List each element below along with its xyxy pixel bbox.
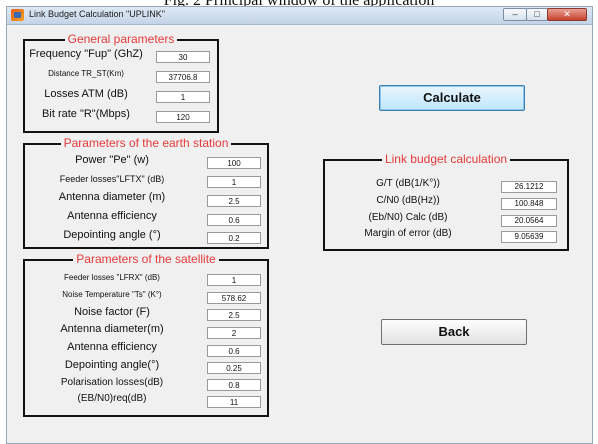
polarisation-losses-field[interactable] — [207, 379, 261, 391]
distance-field[interactable] — [156, 71, 210, 83]
close-button[interactable]: ✕ — [547, 8, 587, 21]
power-label: Power "Pe" (w) — [75, 154, 149, 166]
frequency-label: Frequency "Fup" (GhZ) — [29, 48, 143, 60]
earth-station-title: Parameters of the earth station — [60, 136, 232, 150]
back-button[interactable]: Back — [381, 319, 527, 345]
eb-n0-calc-value: 20.0564 — [501, 215, 557, 227]
sat-antenna-efficiency-label: Antenna efficiency — [67, 341, 157, 353]
noise-temperature-field[interactable] — [207, 292, 261, 304]
eb-n0-required-label: (EB/N0)req(dB) — [77, 393, 147, 404]
feeder-losses-rx-label: Feeder losses "LFRX" (dB) — [64, 273, 160, 282]
calculate-button[interactable]: Calculate — [379, 85, 525, 111]
link-budget-panel: Link budget calculation G/T (dB(1/K°)) 2… — [323, 152, 569, 251]
feeder-losses-tx-field[interactable] — [207, 176, 261, 188]
bit-rate-field[interactable] — [156, 111, 210, 123]
power-field[interactable] — [207, 157, 261, 169]
general-parameters-panel: General parameters Frequency "Fup" (GhZ)… — [23, 32, 219, 133]
margin-of-error-value: 9.05639 — [501, 231, 557, 243]
g-over-t-value: 26.1212 — [501, 181, 557, 193]
matlab-icon — [11, 9, 24, 21]
earth-depointing-angle-field[interactable] — [207, 232, 261, 244]
noise-factor-label: Noise factor (F) — [74, 306, 150, 318]
sat-depointing-angle-label: Depointing angle(°) — [64, 359, 160, 371]
noise-factor-field[interactable] — [207, 309, 261, 321]
sat-depointing-angle-field[interactable] — [207, 362, 261, 374]
link-budget-title: Link budget calculation — [381, 152, 511, 166]
maximize-button[interactable]: □ — [526, 8, 548, 21]
distance-label: Distance TR_ST(Km) — [48, 69, 124, 78]
losses-atm-label: Losses ATM (dB) — [44, 88, 128, 100]
g-over-t-label: G/T (dB(1/K°)) — [376, 178, 440, 189]
window-title: Link Budget Calculation "UPLINK" — [29, 9, 165, 19]
frequency-field[interactable] — [156, 51, 210, 63]
earth-antenna-efficiency-label: Antenna efficiency — [67, 210, 157, 222]
eb-n0-calc-label: (Eb/N0) Calc (dB) — [368, 212, 448, 223]
earth-antenna-diameter-label: Antenna diameter (m) — [58, 191, 166, 203]
c-over-n0-label: C/N0 (dB(Hz)) — [376, 195, 440, 206]
earth-station-panel: Parameters of the earth station Power "P… — [23, 136, 269, 249]
eb-n0-required-field[interactable] — [207, 396, 261, 408]
feeder-losses-tx-label: Feeder losses"LFTX" (dB) — [59, 174, 165, 184]
earth-antenna-efficiency-field[interactable] — [207, 214, 261, 226]
sat-antenna-diameter-label: Antenna diameter(m) — [60, 323, 164, 335]
polarisation-losses-label: Polarisation losses(dB) — [60, 377, 164, 388]
minimize-button[interactable]: – — [503, 8, 527, 21]
earth-depointing-angle-label: Depointing angle (°) — [63, 229, 161, 241]
sat-antenna-efficiency-field[interactable] — [207, 345, 261, 357]
feeder-losses-rx-field[interactable] — [207, 274, 261, 286]
earth-antenna-diameter-field[interactable] — [207, 195, 261, 207]
general-parameters-title: General parameters — [64, 32, 178, 46]
title-bar[interactable]: Link Budget Calculation "UPLINK" – □ ✕ — [7, 7, 592, 25]
satellite-panel: Parameters of the satellite Feeder losse… — [23, 252, 269, 417]
margin-of-error-label: Margin of error (dB) — [364, 228, 452, 239]
losses-atm-field[interactable] — [156, 91, 210, 103]
bit-rate-label: Bit rate "R"(Mbps) — [42, 108, 130, 120]
sat-antenna-diameter-field[interactable] — [207, 327, 261, 339]
satellite-title: Parameters of the satellite — [73, 252, 219, 266]
noise-temperature-label: Noise Temperature "Ts" (K°) — [62, 290, 162, 299]
app-window: Link Budget Calculation "UPLINK" – □ ✕ G… — [6, 6, 593, 444]
c-over-n0-value: 100.848 — [501, 198, 557, 210]
